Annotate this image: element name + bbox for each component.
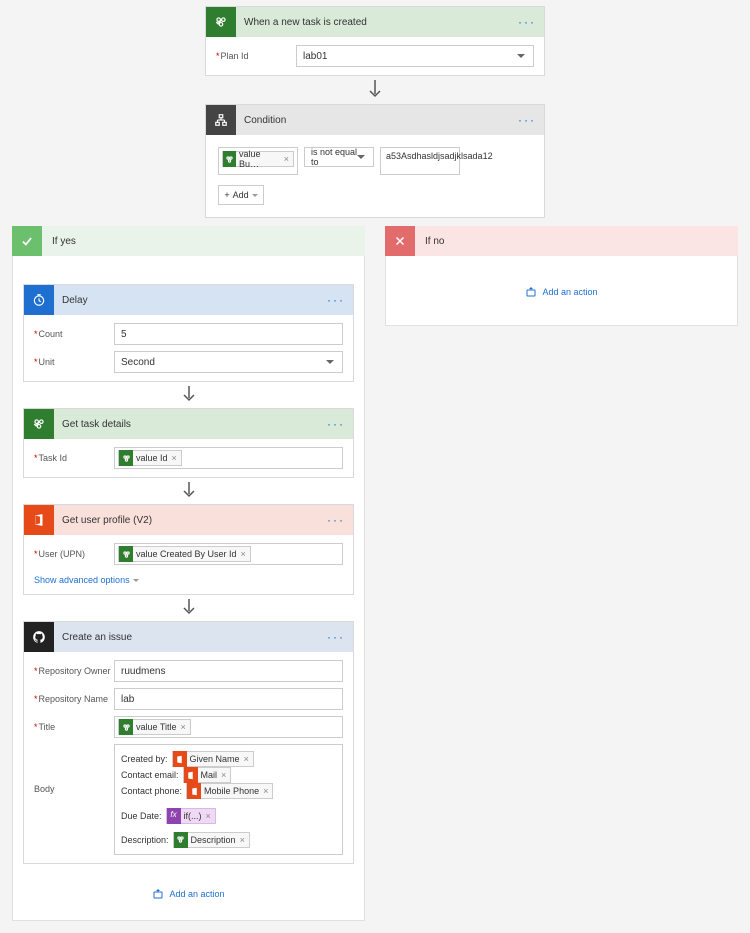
close-icon [385, 226, 415, 256]
office-token-icon [184, 767, 198, 783]
token-remove-icon[interactable]: × [241, 549, 246, 559]
get-user-card: Get user profile (V2) ··· *User (UPN) [23, 504, 354, 595]
planner-token-icon [119, 546, 133, 562]
add-action-button-no[interactable]: Add an action [396, 286, 727, 298]
repo-name-label: *Repository Name [34, 694, 114, 704]
flow-arrow-icon [23, 382, 354, 408]
user-upn-input[interactable]: value Created By User Id × [114, 543, 343, 565]
repo-owner-label: *Repository Owner [34, 666, 114, 676]
issue-title-input[interactable]: value Title × [114, 716, 343, 738]
description-token[interactable]: Description × [173, 832, 250, 848]
more-menu-icon[interactable]: ··· [327, 293, 345, 307]
condition-header[interactable]: Condition ··· [206, 105, 544, 135]
if-yes-header[interactable]: If yes [12, 226, 365, 256]
repo-name-input[interactable]: lab [114, 688, 343, 710]
condition-add-button[interactable]: +Add [218, 185, 264, 205]
add-action-button-yes[interactable]: Add an action [23, 888, 354, 900]
token-remove-icon[interactable]: × [263, 783, 268, 799]
token-remove-icon[interactable]: × [284, 154, 289, 164]
trigger-title: When a new task is created [236, 17, 518, 28]
issue-body-label: Body [34, 744, 114, 794]
count-label: *Count [34, 329, 114, 339]
more-menu-icon[interactable]: ··· [518, 113, 536, 127]
office-token-icon [173, 751, 187, 767]
fx-token-icon: fx [167, 808, 181, 824]
mail-token[interactable]: Mail × [183, 767, 232, 783]
if-yes-label: If yes [42, 236, 76, 247]
condition-right-operand[interactable]: a53Asdhasldjsadjklsada12 [380, 147, 460, 175]
get-task-title: Get task details [54, 419, 327, 430]
issue-body-input[interactable]: Created by: Given Name × [114, 744, 343, 855]
office-token-icon [187, 783, 201, 799]
token-remove-icon[interactable]: × [181, 722, 186, 732]
clock-icon [24, 285, 54, 315]
condition-left-operand[interactable]: value Bu… × [218, 147, 298, 175]
office-icon [24, 505, 54, 535]
condition-left-token[interactable]: value Bu… × [222, 151, 294, 167]
planner-icon [24, 409, 54, 439]
planner-token-icon [119, 450, 133, 466]
get-task-card: Get task details ··· *Task Id [23, 408, 354, 478]
delay-card: Delay ··· *Count 5 *Unit Second [23, 284, 354, 382]
check-icon [12, 226, 42, 256]
create-issue-card: Create an issue ··· *Repository Owner ru… [23, 621, 354, 864]
planner-icon [206, 7, 236, 37]
mobile-phone-token[interactable]: Mobile Phone × [186, 783, 273, 799]
token-remove-icon[interactable]: × [206, 808, 211, 824]
more-menu-icon[interactable]: ··· [518, 15, 536, 29]
more-menu-icon[interactable]: ··· [327, 417, 345, 431]
user-upn-label: *User (UPN) [34, 549, 114, 559]
delay-title: Delay [54, 295, 327, 306]
issue-title-label: *Title [34, 722, 114, 732]
flow-arrow-icon [0, 76, 750, 104]
task-id-input[interactable]: value Id × [114, 447, 343, 469]
fx-token[interactable]: fx if(...) × [166, 808, 216, 824]
get-task-header[interactable]: Get task details ··· [24, 409, 353, 439]
trigger-card: When a new task is created ··· *Plan Id … [205, 6, 545, 76]
plan-id-label: *Plan Id [216, 51, 296, 61]
token-remove-icon[interactable]: × [172, 453, 177, 463]
create-issue-header[interactable]: Create an issue ··· [24, 622, 353, 652]
condition-title: Condition [236, 115, 518, 126]
create-issue-title: Create an issue [54, 632, 327, 643]
repo-owner-input[interactable]: ruudmens [114, 660, 343, 682]
planner-token-icon [223, 151, 236, 167]
unit-label: *Unit [34, 357, 114, 367]
flow-arrow-icon [23, 478, 354, 504]
more-menu-icon[interactable]: ··· [327, 513, 345, 527]
chevron-down-icon [249, 190, 258, 200]
condition-card: Condition ··· value Bu… × [205, 104, 545, 218]
token-remove-icon[interactable]: × [240, 832, 245, 848]
count-input[interactable]: 5 [114, 323, 343, 345]
token-remove-icon[interactable]: × [244, 751, 249, 767]
if-no-label: If no [415, 236, 444, 247]
condition-operator-select[interactable]: is not equal to [304, 147, 374, 167]
if-no-header[interactable]: If no [385, 226, 738, 256]
task-id-label: *Task Id [34, 453, 114, 463]
task-id-token[interactable]: value Id × [118, 450, 182, 466]
token-remove-icon[interactable]: × [221, 767, 226, 783]
issue-title-token[interactable]: value Title × [118, 719, 191, 735]
planner-token-icon [119, 719, 133, 735]
unit-select[interactable]: Second [114, 351, 343, 373]
planner-token-icon [174, 832, 188, 848]
plan-id-select[interactable]: lab01 [296, 45, 534, 67]
show-advanced-link[interactable]: Show advanced options [34, 575, 139, 585]
get-user-title: Get user profile (V2) [54, 515, 327, 526]
flow-arrow-icon [23, 595, 354, 621]
chevron-down-icon [130, 575, 139, 585]
trigger-header[interactable]: When a new task is created ··· [206, 7, 544, 37]
given-name-token[interactable]: Given Name × [172, 751, 254, 767]
github-icon [24, 622, 54, 652]
condition-icon [206, 105, 236, 135]
delay-header[interactable]: Delay ··· [24, 285, 353, 315]
more-menu-icon[interactable]: ··· [327, 630, 345, 644]
user-upn-token[interactable]: value Created By User Id × [118, 546, 251, 562]
get-user-header[interactable]: Get user profile (V2) ··· [24, 505, 353, 535]
